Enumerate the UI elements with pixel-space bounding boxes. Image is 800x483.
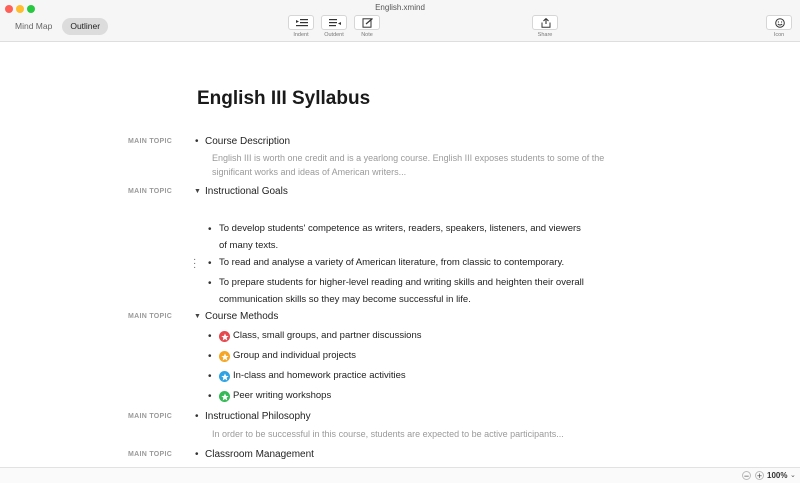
topic-type-label: MAIN TOPIC <box>128 188 173 195</box>
topic-type-label: MAIN TOPIC <box>128 138 173 145</box>
subtopic-item[interactable]: In-class and homework practice activitie… <box>233 370 406 382</box>
subtopic-line: of many texts. <box>219 240 279 251</box>
note-icon <box>354 15 380 30</box>
topic-classroom-management[interactable]: Classroom Management <box>205 449 314 461</box>
star-green-icon[interactable] <box>219 391 230 402</box>
bullet-icon: • <box>208 258 212 269</box>
tab-outliner[interactable]: Outliner <box>62 18 109 35</box>
subtopic-line: communication skills so they may become … <box>219 294 471 305</box>
subtopic-item[interactable]: To develop students' competence as write… <box>219 220 619 254</box>
outdent-label: Outdent <box>324 32 344 38</box>
bullet-icon: • <box>208 351 212 362</box>
share-label: Share <box>537 32 553 38</box>
share-button[interactable]: Share <box>528 15 562 38</box>
subtopic-item[interactable]: To prepare students for higher-level rea… <box>219 274 619 308</box>
zoom-in-button[interactable]: + <box>755 471 764 481</box>
indent-label: Indent <box>293 32 309 38</box>
bullet-icon: • <box>195 449 199 460</box>
title-bar: English.xmind Mind Map Outliner Indent O… <box>0 0 800 42</box>
note-label: Note <box>361 32 373 38</box>
note-button[interactable]: Note <box>350 15 384 38</box>
bullet-icon: • <box>208 278 212 289</box>
window-title: English.xmind <box>375 3 425 12</box>
outdent-icon <box>321 15 347 30</box>
icon-button[interactable]: Icon <box>762 15 796 38</box>
topic-instructional-philosophy[interactable]: Instructional Philosophy <box>205 411 311 423</box>
subtopic-line: To prepare students for higher-level rea… <box>219 277 584 288</box>
subtopic-line: To read and analyse a variety of America… <box>219 257 565 268</box>
topic-type-label: MAIN TOPIC <box>128 313 173 320</box>
subtopic-item[interactable]: To read and analyse a variety of America… <box>219 254 619 271</box>
bullet-icon: • <box>195 411 199 422</box>
view-switch: Mind Map Outliner <box>7 18 109 35</box>
bullet-icon: • <box>208 371 212 382</box>
document-title[interactable]: English III Syllabus <box>197 88 370 110</box>
topic-note-line[interactable]: English III is worth one credit and is a… <box>212 151 604 165</box>
subtopic-item[interactable]: Peer writing workshops <box>233 390 331 402</box>
status-bar: − + 100% ⌄ <box>0 467 800 483</box>
indent-button[interactable]: Indent <box>284 15 318 38</box>
topic-note-line[interactable]: In order to be successful in this course… <box>212 427 564 441</box>
share-icon <box>532 15 558 30</box>
collapse-triangle-icon[interactable]: ▼ <box>194 313 201 320</box>
collapse-triangle-icon[interactable]: ▼ <box>194 188 201 195</box>
subtopic-item[interactable]: Group and individual projects <box>233 350 356 362</box>
outdent-button[interactable]: Outdent <box>317 15 351 38</box>
star-red-icon[interactable] <box>219 331 230 342</box>
indent-icon <box>288 15 314 30</box>
zoom-out-button[interactable]: − <box>742 471 751 481</box>
topic-note-line[interactable]: significant works and ideas of American … <box>212 165 406 179</box>
star-orange-icon[interactable] <box>219 351 230 362</box>
icon-label: Icon <box>773 32 785 38</box>
drag-handle-icon[interactable]: · · · <box>193 255 196 273</box>
star-blue-icon[interactable] <box>219 371 230 382</box>
subtopic-line: To develop students' competence as write… <box>219 223 581 234</box>
bullet-icon: • <box>208 391 212 402</box>
topic-instructional-goals[interactable]: Instructional Goals <box>205 186 288 198</box>
zoom-level[interactable]: 100% <box>767 471 787 480</box>
subtopic-item[interactable]: Class, small groups, and partner discuss… <box>233 330 422 342</box>
bullet-icon: • <box>208 331 212 342</box>
tab-mind-map[interactable]: Mind Map <box>7 18 60 35</box>
smiley-icon <box>766 15 792 30</box>
bullet-icon: • <box>195 136 199 147</box>
chevron-down-icon[interactable]: ⌄ <box>790 471 796 479</box>
topic-course-description[interactable]: Course Description <box>205 136 290 148</box>
bullet-icon: • <box>208 224 212 235</box>
topic-type-label: MAIN TOPIC <box>128 413 173 420</box>
topic-type-label: MAIN TOPIC <box>128 451 173 458</box>
topic-course-methods[interactable]: Course Methods <box>205 311 278 323</box>
